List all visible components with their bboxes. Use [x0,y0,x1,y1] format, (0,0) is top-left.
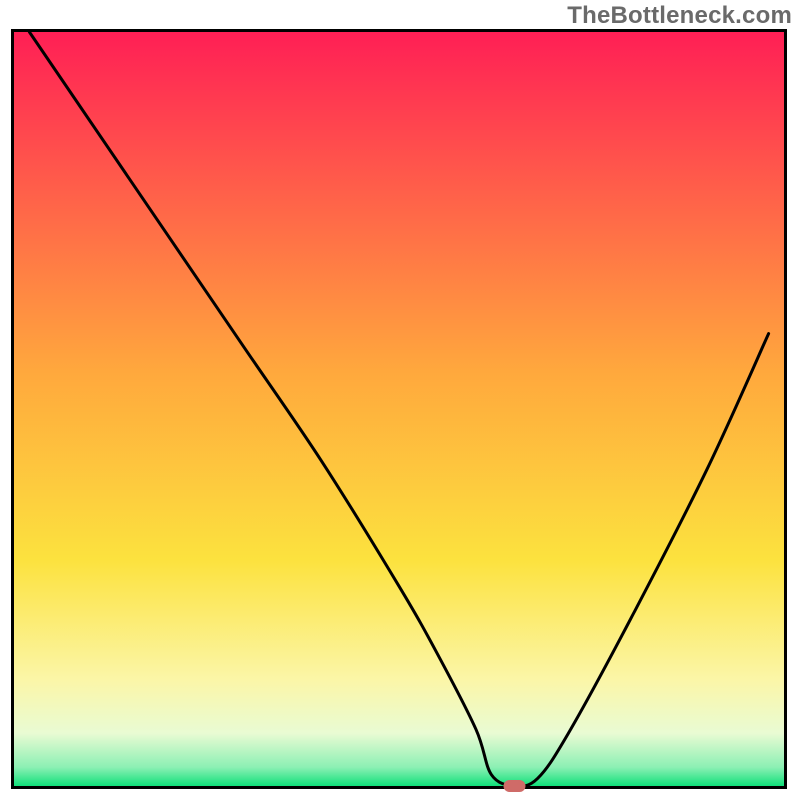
optimal-marker [504,780,526,792]
chart-svg [0,0,800,800]
bottleneck-chart: TheBottleneck.com [0,0,800,800]
watermark-text: TheBottleneck.com [567,2,792,30]
chart-background [14,32,784,786]
